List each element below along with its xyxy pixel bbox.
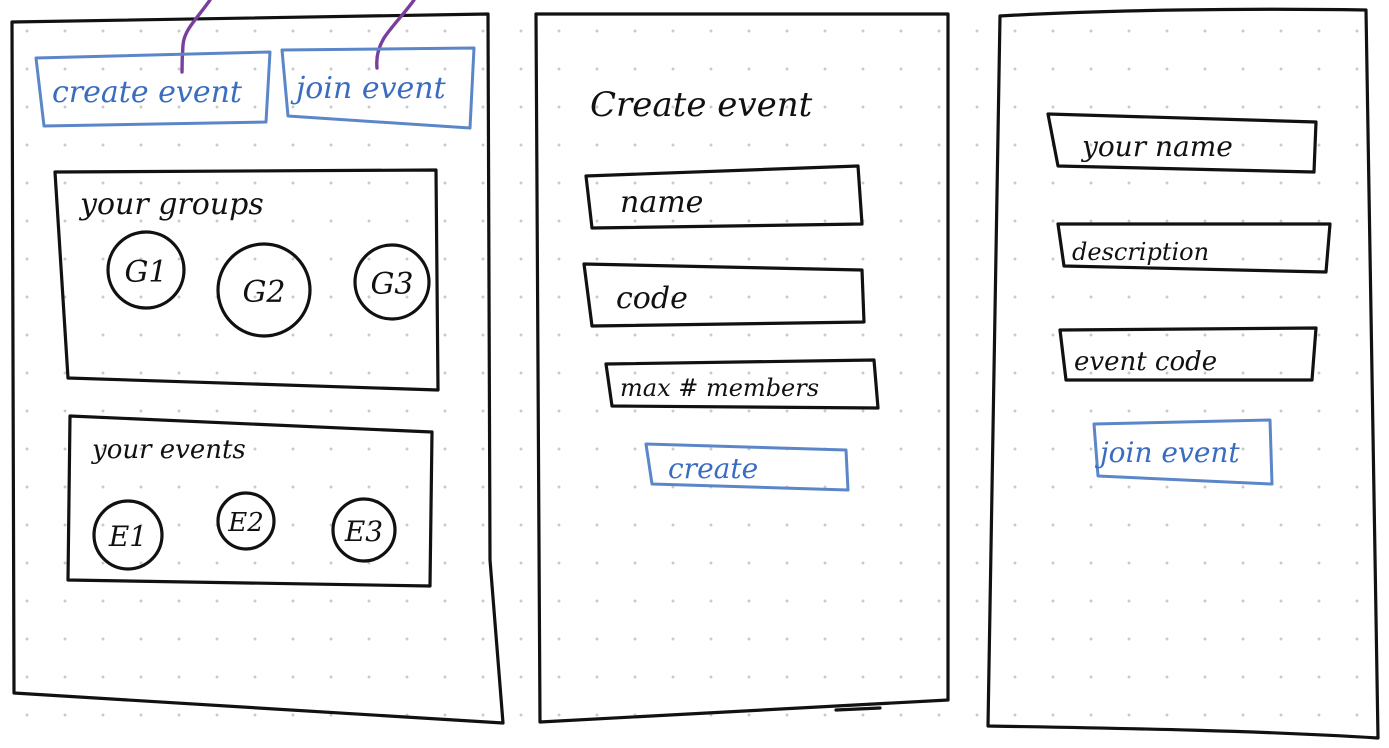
phone-frame-home	[10, 12, 505, 725]
create-event-label: create event	[52, 75, 243, 110]
group-item-g1[interactable]: G1	[106, 230, 186, 310]
create-event-title: Create event	[590, 85, 813, 125]
event-item-e1[interactable]: E1	[92, 499, 164, 571]
arrow-to-create-event	[180, 0, 212, 74]
groups-card: your groups G1 G2 G3	[53, 168, 440, 392]
your-name-field-label: your name	[1080, 130, 1233, 163]
create-button[interactable]: create	[644, 442, 850, 492]
name-field-label: name	[620, 185, 703, 220]
max-members-field-label: max # members	[620, 374, 819, 402]
join-event-label: join event	[290, 71, 447, 106]
screen-join-event: your name description event code join ev…	[986, 7, 1380, 740]
group-label-g2: G2	[242, 275, 285, 310]
event-code-field-label: event code	[1074, 347, 1217, 377]
group-label-g1: G1	[124, 255, 167, 290]
groups-title: your groups	[78, 187, 264, 222]
arrow-to-join-event	[375, 0, 416, 70]
event-code-field[interactable]: event code	[1058, 326, 1318, 382]
code-field-label: code	[616, 281, 688, 316]
join-event-submit-button[interactable]: join event	[1092, 418, 1274, 486]
event-label-e2: E2	[227, 508, 264, 538]
group-item-g3[interactable]: G3	[353, 243, 431, 321]
join-event-submit-label: join event	[1094, 436, 1240, 469]
events-title: your events	[91, 435, 246, 465]
create-button-label: create	[668, 452, 758, 485]
your-name-field[interactable]: your name	[1046, 112, 1318, 174]
description-field[interactable]: description	[1056, 222, 1332, 274]
wireframe-sketch: create event join event your groups G1 G…	[10, 0, 1380, 740]
events-card: your events E1 E2 E3	[66, 414, 434, 588]
frame-bottom-stroke	[834, 706, 882, 712]
group-item-g2[interactable]: G2	[216, 242, 312, 338]
event-label-e1: E1	[108, 520, 147, 553]
event-item-e3[interactable]: E3	[331, 497, 397, 563]
screen-create-event: Create event name code max # members cre…	[534, 12, 950, 724]
max-members-field[interactable]: max # members	[604, 358, 880, 410]
event-item-e2[interactable]: E2	[216, 491, 276, 551]
name-field[interactable]: name	[584, 164, 864, 230]
description-field-label: description	[1072, 238, 1209, 266]
create-event-button[interactable]: create event	[34, 50, 272, 128]
code-field[interactable]: code	[582, 262, 866, 328]
event-label-e3: E3	[344, 515, 383, 548]
group-label-g3: G3	[370, 267, 413, 302]
screen-home: create event join event your groups G1 G…	[10, 0, 505, 725]
